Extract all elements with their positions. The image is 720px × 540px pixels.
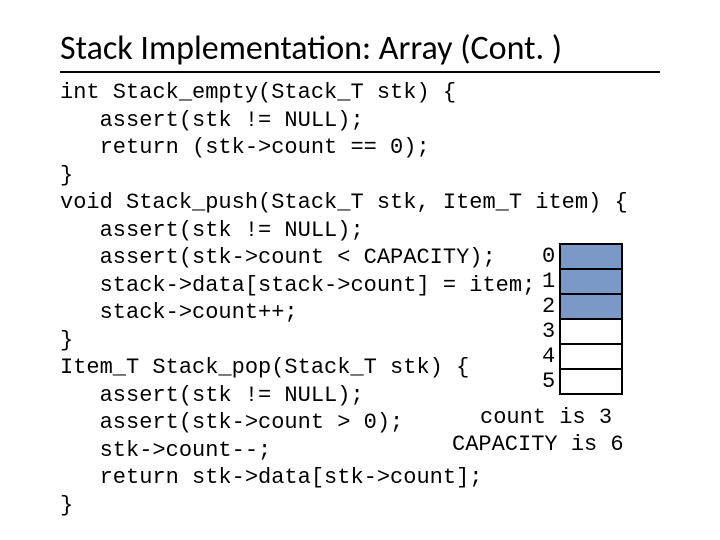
code-line: stk->count--; xyxy=(60,438,271,463)
code-line: Item_T Stack_pop(Stack_T stk) { xyxy=(60,355,469,380)
array-index: 0 xyxy=(542,244,560,269)
array-cell-filled xyxy=(560,294,622,319)
array-index: 2 xyxy=(542,294,560,319)
code-line: return (stk->count == 0); xyxy=(60,135,430,160)
code-line: } xyxy=(60,163,73,188)
code-line: } xyxy=(60,493,73,518)
code-line: void Stack_push(Stack_T stk, Item_T item… xyxy=(60,190,628,215)
array-cell-empty xyxy=(560,369,622,394)
code-line: return stk->data[stk->count]; xyxy=(60,465,482,490)
array-cell-empty xyxy=(560,319,622,344)
array-cell-filled xyxy=(560,269,622,294)
page-title: Stack Implementation: Array (Cont. ) xyxy=(60,28,680,69)
array-cell-empty xyxy=(560,344,622,369)
array-row: 2 xyxy=(542,294,622,319)
code-line: stack->data[stack->count] = item; xyxy=(60,273,535,298)
slide: Stack Implementation: Array (Cont. ) int… xyxy=(0,0,720,540)
code-line: int Stack_empty(Stack_T stk) { xyxy=(60,80,456,105)
title-underline xyxy=(60,71,660,73)
code-line: } xyxy=(60,328,73,353)
code-line: assert(stk != NULL); xyxy=(60,108,364,133)
code-line: assert(stk->count > 0); xyxy=(60,410,403,435)
array-row: 4 xyxy=(542,344,622,369)
array-row: 5 xyxy=(542,369,622,394)
array-diagram: 0 1 2 3 4 5 xyxy=(542,243,692,395)
code-line: assert(stk != NULL); xyxy=(60,383,364,408)
array-index: 1 xyxy=(542,269,560,294)
code-line: stack->count++; xyxy=(60,300,298,325)
code-line: assert(stk != NULL); xyxy=(60,218,364,243)
array-index: 4 xyxy=(542,344,560,369)
array-cell-filled xyxy=(560,244,622,269)
code-line: assert(stk->count < CAPACITY); xyxy=(60,245,496,270)
count-caption: count is 3 xyxy=(480,405,612,430)
array-index: 5 xyxy=(542,369,560,394)
capacity-caption: CAPACITY is 6 xyxy=(452,432,624,457)
array-table: 0 1 2 3 4 5 xyxy=(542,243,623,395)
array-row: 0 xyxy=(542,244,622,269)
array-row: 3 xyxy=(542,319,622,344)
array-row: 1 xyxy=(542,269,622,294)
array-index: 3 xyxy=(542,319,560,344)
